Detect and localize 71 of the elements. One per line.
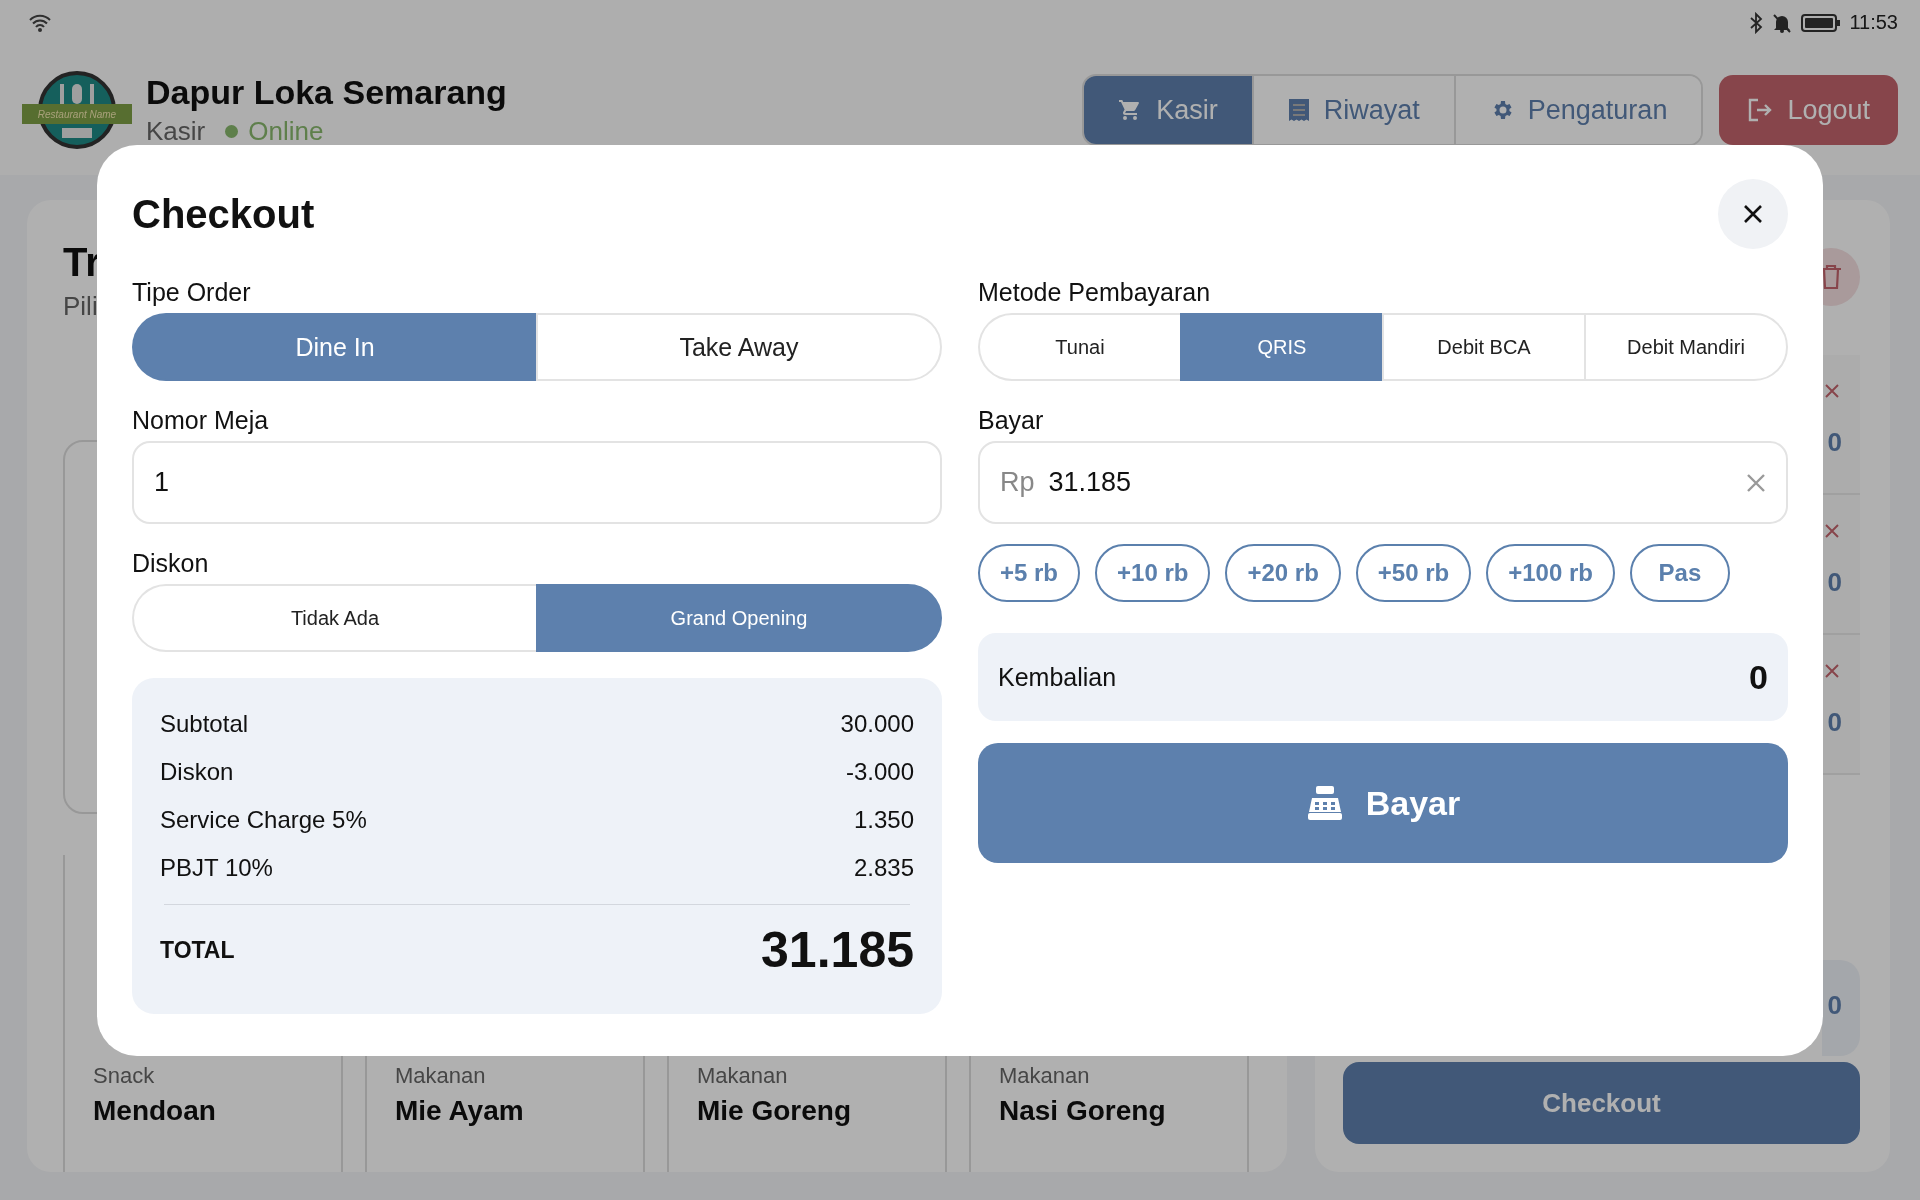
checkout-button[interactable]: Checkout (1343, 1062, 1860, 1144)
product-category: Makanan (395, 1063, 487, 1089)
quick-amount-button[interactable]: +10 rb (1095, 544, 1211, 602)
panel-subtitle: Pili (63, 291, 98, 322)
total-label: TOTAL (160, 936, 235, 964)
option-tab[interactable]: Debit Mandiri (1584, 313, 1788, 381)
option-tab[interactable]: Take Away (536, 313, 942, 381)
clear-icon[interactable] (1746, 472, 1766, 493)
product-name: Mie Ayam (395, 1095, 525, 1127)
field-label: Nomor Meja (132, 405, 270, 435)
summary-label: Service Charge 5% (160, 806, 367, 834)
table-number-field[interactable]: 1 (132, 441, 942, 524)
field-label: Tipe Order (132, 277, 252, 307)
quick-amount-button[interactable]: +20 rb (1225, 544, 1341, 602)
summary-value: 2.835 (853, 854, 914, 882)
wifi-icon (28, 12, 52, 33)
payment-field[interactable]: Rp 31.185 (978, 441, 1788, 524)
total-value: 31.185 (761, 921, 914, 979)
logout-button[interactable]: Logout (1719, 75, 1898, 145)
product-name: Nasi Goreng (999, 1095, 1167, 1127)
summary-value: 0 (1827, 990, 1842, 1021)
option-tab[interactable]: Dine In (132, 313, 536, 381)
status-dot-icon (225, 125, 239, 138)
close-icon[interactable] (1824, 383, 1840, 399)
clock-time: 11:53 (1849, 11, 1898, 34)
product-category: Snack (93, 1063, 156, 1089)
item-price: 0 (1827, 427, 1842, 458)
restaurant-name: Dapur Loka Semarang (146, 73, 507, 112)
field-label: Bayar (978, 405, 1045, 435)
summary-label: PBJT 10% (160, 854, 273, 882)
product-category: Makanan (697, 1063, 789, 1089)
option-tab[interactable]: Tunai (978, 313, 1180, 381)
payment-amount-field[interactable]: 31.185 (1048, 467, 1732, 498)
cash-register-icon (1305, 784, 1344, 822)
bluetooth-icon (1749, 11, 1764, 34)
close-icon[interactable] (1824, 523, 1840, 539)
quick-amount-button[interactable]: Pas (1629, 544, 1730, 602)
currency-prefix: Rp (1000, 467, 1035, 498)
item-price: 0 (1827, 567, 1842, 598)
quick-amount-button[interactable]: +50 rb (1355, 544, 1472, 602)
change-value: 0 (1749, 657, 1768, 697)
option-tab[interactable]: Grand Opening (536, 584, 942, 652)
receipt-icon (1287, 98, 1310, 122)
close-icon[interactable] (1824, 663, 1840, 679)
pay-button[interactable]: Bayar (978, 743, 1788, 863)
option-tab[interactable]: Debit BCA (1382, 313, 1584, 381)
option-tab[interactable]: Tidak Ada (132, 584, 536, 652)
nav-tab[interactable]: Kasir (1084, 76, 1254, 144)
item-price: 0 (1827, 707, 1842, 738)
summary-value: -3.000 (845, 758, 914, 786)
summary-label: Subtotal (160, 710, 249, 738)
connection-status: Online (248, 116, 324, 147)
quick-amount-button[interactable]: +5 rb (978, 544, 1081, 602)
field-label: Metode Pembayaran (978, 277, 1212, 307)
quick-amount-button[interactable]: +100 rb (1486, 544, 1615, 602)
change-label: Kembalian (998, 662, 1117, 692)
product-name: Mendoan (93, 1095, 217, 1127)
product-name: Mie Goreng (697, 1095, 852, 1127)
summary-value: 30.000 (840, 710, 914, 738)
panel-title: Tr (63, 240, 101, 285)
summary-value: 1.350 (853, 806, 914, 834)
close-icon (1743, 204, 1763, 224)
restaurant-logo: Restaurant Name (22, 70, 132, 150)
dialog-title: Checkout (132, 191, 315, 237)
field-label: Diskon (132, 548, 210, 578)
option-tab[interactable]: QRIS (1180, 313, 1382, 381)
user-role: Kasir (146, 116, 206, 147)
battery-icon (1801, 12, 1842, 33)
summary-label: Diskon (160, 758, 234, 786)
product-category: Makanan (999, 1063, 1091, 1089)
logout-icon (1747, 97, 1774, 123)
